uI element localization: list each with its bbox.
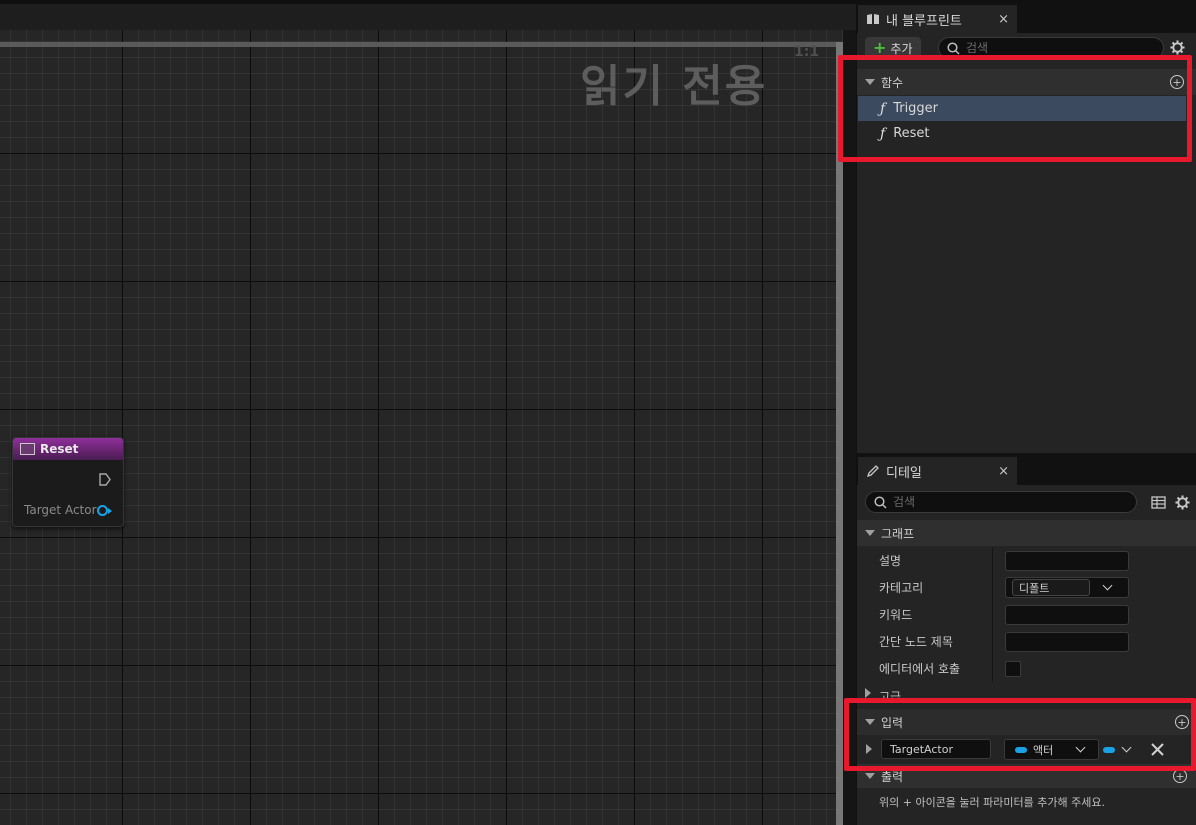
exec-output-pin-icon[interactable] — [99, 473, 111, 486]
chevron-down-icon[interactable] — [1102, 580, 1113, 591]
call-in-editor-checkbox[interactable] — [1005, 660, 1021, 677]
category-value[interactable]: 디폴트 — [1012, 579, 1090, 596]
collapse-arrow-icon — [865, 773, 875, 779]
keywords-field[interactable] — [1005, 604, 1129, 625]
gear-icon[interactable] — [1175, 495, 1190, 510]
call-in-editor-label: 에디터에서 호출 — [857, 655, 993, 682]
description-label: 설명 — [857, 547, 993, 574]
add-button-label: 추가 — [890, 41, 913, 56]
graph-section-header[interactable]: 그래프 — [857, 520, 1196, 546]
compact-title-field[interactable] — [1005, 631, 1129, 652]
tab-my-blueprint-label: 내 블루프린트 — [886, 13, 962, 29]
gear-icon[interactable] — [1170, 40, 1185, 55]
tab-details[interactable]: 디테일 × — [858, 457, 1017, 485]
details-search-input[interactable] — [893, 495, 1063, 509]
reset-function-node[interactable]: Reset Target Actor — [12, 437, 124, 527]
target-actor-pin-icon[interactable] — [97, 505, 108, 516]
readonly-watermark: 읽기 전용 — [580, 61, 768, 112]
graph-section-label: 그래프 — [881, 526, 915, 541]
highlight-functions — [838, 55, 1192, 162]
graph-tab-bar — [0, 4, 856, 30]
tab-my-blueprint[interactable]: 내 블루프린트 × — [858, 5, 1017, 33]
target-actor-pin-label: Target Actor — [24, 503, 97, 517]
graph-readonly-border-top — [0, 42, 843, 47]
outputs-hint: 위의 + 아이콘을 눌러 파라미터를 추가해 주세요. — [879, 796, 1105, 809]
category-row: 카테고리 디폴트 — [857, 574, 1196, 601]
table-view-icon[interactable] — [1151, 496, 1166, 509]
details-panel: 그래프 설명 카테고리 디폴트 키워드 간단 노드 제목 에디터에서 호출 — [857, 485, 1196, 825]
search-icon — [947, 41, 960, 55]
target-actor-pin-arrow-icon — [108, 508, 112, 514]
details-search[interactable] — [865, 491, 1137, 513]
pencil-icon — [866, 465, 879, 478]
keywords-label: 키워드 — [857, 601, 993, 628]
category-combo[interactable]: 디폴트 — [1005, 577, 1129, 598]
description-row: 설명 — [857, 547, 1196, 574]
zoom-level: 1:1 — [794, 44, 820, 60]
close-icon[interactable]: × — [998, 464, 1009, 479]
function-entry-icon — [20, 443, 35, 455]
collapse-arrow-icon — [865, 530, 875, 536]
node-header: Reset — [13, 438, 123, 460]
my-blueprint-search-input[interactable] — [966, 41, 1136, 55]
close-icon[interactable]: × — [998, 12, 1009, 27]
add-output-icon[interactable]: + — [1173, 769, 1187, 783]
plus-icon: + — [873, 38, 887, 57]
compact-title-row: 간단 노드 제목 — [857, 628, 1196, 655]
keywords-row: 키워드 — [857, 601, 1196, 628]
node-title: Reset — [40, 442, 79, 456]
tab-details-label: 디테일 — [886, 465, 922, 481]
category-label: 카테고리 — [857, 574, 993, 601]
blueprint-graph[interactable] — [0, 30, 843, 825]
search-icon — [874, 495, 887, 509]
compact-title-label: 간단 노드 제목 — [857, 628, 993, 655]
call-in-editor-row: 에디터에서 호출 — [857, 655, 1196, 682]
book-icon — [867, 14, 879, 24]
description-field[interactable] — [1005, 550, 1129, 571]
expand-arrow-icon — [865, 688, 871, 698]
highlight-inputs — [844, 698, 1196, 771]
